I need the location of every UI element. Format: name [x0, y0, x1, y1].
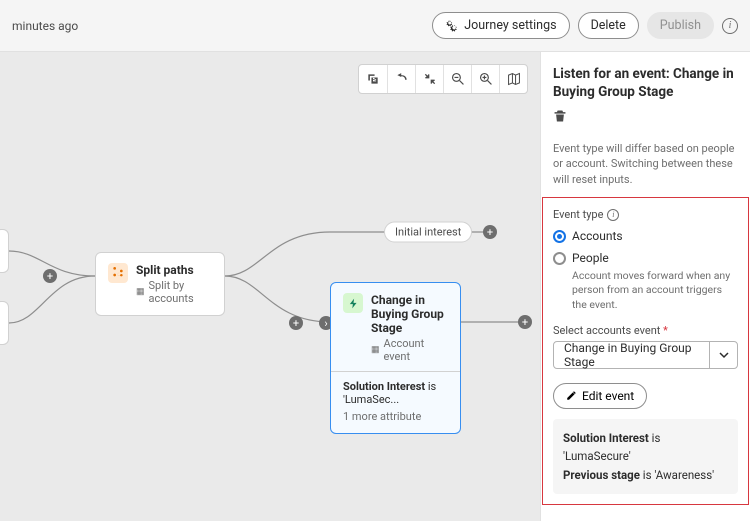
conditions-summary: Solution Interest is 'LumaSecure' Previo…	[553, 419, 738, 494]
pencil-icon	[566, 390, 577, 401]
radio-on-icon	[553, 230, 566, 243]
event-title: Change in Buying Group Stage	[371, 293, 448, 335]
split-paths-node[interactable]: Split paths ▦Split by accounts	[95, 252, 225, 316]
chevron-down-icon	[709, 342, 737, 368]
add-node-button[interactable]: +	[43, 269, 57, 283]
delete-node-icon[interactable]	[553, 109, 738, 127]
select-event-label: Select accounts event *	[553, 324, 738, 337]
accounts-event-select[interactable]: Change in Buying Group Stage	[553, 341, 738, 369]
event-node-selected[interactable]: Change in Buying Group Stage ▦Account ev…	[330, 282, 461, 434]
add-node-button[interactable]: +	[289, 316, 303, 330]
top-actions: Journey settings Delete Publish i	[432, 12, 738, 39]
panel-title: Listen for an event: Change in Buying Gr…	[553, 66, 738, 101]
event-config-section: Event type i Accounts People Account mov…	[542, 197, 749, 505]
radio-people[interactable]: People	[553, 251, 738, 265]
journey-settings-label: Journey settings	[464, 18, 556, 33]
add-node-button[interactable]: +	[483, 225, 497, 239]
event-subtitle: ▦Account event	[371, 337, 448, 363]
radio-accounts[interactable]: Accounts	[553, 229, 738, 243]
zoom-in-icon[interactable]	[471, 65, 499, 93]
journey-canvas[interactable]: + Split paths ▦Split by accounts + Initi…	[0, 52, 540, 521]
zoom-out-icon[interactable]	[443, 65, 471, 93]
radio-off-icon	[553, 252, 566, 265]
radio-help-text: Account moves forward when any person fr…	[572, 269, 738, 312]
top-bar: minutes ago Journey settings Delete Publ…	[0, 0, 750, 52]
path-label[interactable]: Initial interest	[384, 222, 472, 243]
publish-label: Publish	[660, 18, 701, 33]
info-icon[interactable]: i	[607, 209, 619, 221]
event-type-label: Event type i	[553, 208, 738, 221]
duplicate-icon[interactable]	[359, 65, 387, 93]
canvas-toolbar	[358, 64, 528, 94]
journey-settings-button[interactable]: Journey settings	[432, 12, 569, 39]
details-panel: Listen for an event: Change in Buying Gr…	[540, 52, 750, 521]
undo-icon[interactable]	[387, 65, 415, 93]
last-updated-text: minutes ago	[12, 19, 78, 33]
map-icon[interactable]	[499, 65, 527, 93]
event-conditions: Solution Interest is 'LumaSec... 1 more …	[331, 371, 460, 423]
collapse-icon[interactable]	[415, 65, 443, 93]
radio-people-label: People	[572, 251, 609, 265]
split-icon	[108, 263, 128, 283]
edit-event-button[interactable]: Edit event	[553, 383, 647, 409]
info-icon[interactable]: i	[722, 18, 738, 34]
add-node-button[interactable]: +	[518, 315, 532, 329]
split-subtitle: ▦Split by accounts	[136, 279, 212, 305]
panel-help-text: Event type will differ based on people o…	[553, 141, 738, 187]
edit-event-label: Edit event	[582, 389, 634, 403]
delete-button[interactable]: Delete	[578, 12, 639, 39]
publish-button: Publish	[647, 12, 714, 39]
lightning-icon	[343, 293, 363, 313]
split-title: Split paths	[136, 263, 212, 277]
main-area: + Split paths ▦Split by accounts + Initi…	[0, 52, 750, 521]
select-value: Change in Buying Group Stage	[554, 342, 709, 368]
delete-label: Delete	[591, 18, 626, 33]
gear-icon	[445, 19, 459, 33]
radio-accounts-label: Accounts	[572, 229, 623, 243]
